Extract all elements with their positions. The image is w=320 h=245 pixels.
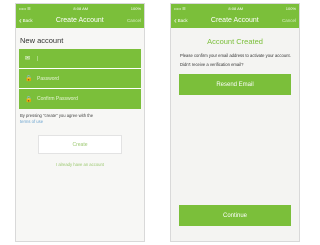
chevron-left-icon: ‹ (174, 15, 177, 25)
mail-icon: ✉ (25, 56, 31, 62)
signup-form: ✉ | 🔒 Password 🔒 Confirm Password (19, 49, 141, 109)
email-input-value: | (37, 55, 39, 62)
confirm-password-placeholder: Confirm Password (37, 96, 78, 102)
cancel-button[interactable]: Cancel (282, 18, 296, 23)
back-label: Back (177, 18, 188, 23)
clock: 8:08 AM (73, 6, 89, 11)
lock-icon: 🔒 (25, 76, 33, 82)
status-bar: ••••• ☰ 8:08 AM 100% (16, 4, 144, 13)
resend-email-button[interactable]: Resend Email (179, 74, 291, 95)
create-button[interactable]: Create (38, 135, 122, 154)
carrier-signal: ••••• ☰ (174, 6, 186, 11)
password-placeholder: Password (37, 75, 59, 82)
confirm-message: Please confirm your email address to act… (180, 53, 291, 58)
no-email-message: Didn't receive a verification email? (180, 62, 244, 67)
battery-level: 100% (130, 6, 141, 11)
status-bar: ••••• ☰ 8:08 AM 100% (171, 4, 299, 13)
back-button[interactable]: ‹ Back (174, 15, 188, 25)
continue-button[interactable]: Continue (179, 205, 291, 226)
battery-level: 100% (285, 6, 296, 11)
clock: 8:08 AM (228, 6, 244, 11)
confirm-password-field[interactable]: 🔒 Confirm Password (19, 89, 141, 109)
create-account-screen: ••••• ☰ 8:08 AM 100% ‹ Back Create Accou… (15, 3, 145, 242)
account-created-screen: ••••• ☰ 8:08 AM 100% ‹ Back Create Accou… (170, 3, 300, 242)
email-field[interactable]: ✉ | (19, 49, 141, 69)
chevron-left-icon: ‹ (19, 15, 22, 25)
nav-title: Create Account (55, 17, 104, 24)
carrier-signal: ••••• ☰ (19, 6, 31, 11)
nav-bar: ‹ Back Create Account Cancel (171, 13, 299, 28)
page-title: Account Created (207, 37, 263, 46)
cancel-button[interactable]: Cancel (127, 18, 141, 23)
terms-link[interactable]: terms of use (20, 119, 43, 124)
section-title: New account (20, 36, 64, 45)
back-button[interactable]: ‹ Back (19, 15, 33, 25)
back-label: Back (22, 18, 33, 23)
have-account-link[interactable]: I already have an account (16, 162, 144, 167)
nav-title: Create Account (210, 17, 259, 24)
legal-notice: By pressing "create" you agree with the … (20, 113, 140, 125)
legal-text: By pressing "create" you agree with the (20, 113, 94, 118)
nav-bar: ‹ Back Create Account Cancel (16, 13, 144, 28)
password-field[interactable]: 🔒 Password (19, 69, 141, 89)
lock-icon: 🔒 (25, 96, 33, 103)
